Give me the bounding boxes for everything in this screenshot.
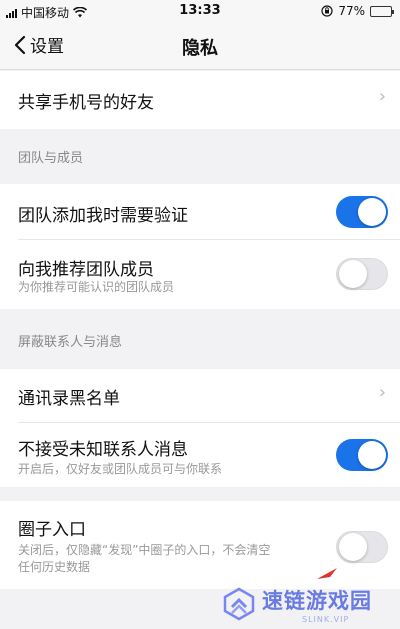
watermark-text: 速链游戏园 xyxy=(262,588,372,613)
circle-entry-toggle[interactable] xyxy=(336,531,388,563)
status-bar: 中国移动 13:33 77% xyxy=(0,0,400,22)
watermark-logo-icon xyxy=(223,587,255,621)
team-verify-label: 团队添加我时需要验证 xyxy=(18,206,188,226)
watermark-subtext: SLINK.VIP xyxy=(302,614,350,624)
section-header-block: 屏蔽联系人与消息 xyxy=(0,309,400,369)
recommend-members-description: 为你推荐可能认识的团队成员 xyxy=(18,280,175,294)
recommend-members-row: 向我推荐团队成员 为你推荐可能认识的团队成员 xyxy=(0,240,400,309)
unknown-contacts-label: 不接受未知联系人消息 xyxy=(18,440,188,460)
team-verify-toggle[interactable] xyxy=(336,196,388,228)
watermark: 速链游戏园 SLINK.VIP xyxy=(222,582,392,626)
section-header-team: 团队与成员 xyxy=(0,129,400,184)
contacts-blacklist-label: 通讯录黑名单 xyxy=(18,389,120,409)
chevron-right-icon: › xyxy=(378,382,386,403)
battery-percent: 77% xyxy=(338,4,365,18)
navigation-bar: 设置 隐私 xyxy=(0,22,400,70)
unknown-contacts-row: 不接受未知联系人消息 开启后，仅好友或团队成员可与你联系 xyxy=(0,423,400,487)
team-verify-row: 团队添加我时需要验证 xyxy=(0,184,400,240)
recommend-members-toggle[interactable] xyxy=(336,258,388,290)
unknown-contacts-description: 开启后，仅好友或团队成员可与你联系 xyxy=(18,462,223,476)
share-phone-friends-row[interactable]: 共享手机号的好友 › xyxy=(0,71,400,129)
page-title: 隐私 xyxy=(182,38,218,59)
circle-entry-row: 圈子入口 关闭后，仅隐藏“发现”中圈子的入口，不会清空 任何历史数据 xyxy=(0,501,400,589)
status-right: 77% xyxy=(321,4,394,18)
contacts-blacklist-row[interactable]: 通讯录黑名单 › xyxy=(0,369,400,423)
unknown-contacts-toggle[interactable] xyxy=(336,439,388,471)
recommend-members-label: 向我推荐团队成员 xyxy=(18,260,154,280)
circle-entry-description-line1: 关闭后，仅隐藏“发现”中圈子的入口，不会清空 xyxy=(18,543,271,557)
red-arrow-annotation-icon xyxy=(317,568,337,579)
orientation-lock-icon xyxy=(321,5,333,17)
circle-entry-label: 圈子入口 xyxy=(18,520,86,540)
battery-icon xyxy=(370,5,394,17)
group-spacer xyxy=(0,487,400,501)
circle-entry-description-line2: 任何历史数据 xyxy=(18,560,91,574)
share-phone-friends-label: 共享手机号的好友 xyxy=(18,93,154,113)
chevron-right-icon: › xyxy=(378,86,386,107)
